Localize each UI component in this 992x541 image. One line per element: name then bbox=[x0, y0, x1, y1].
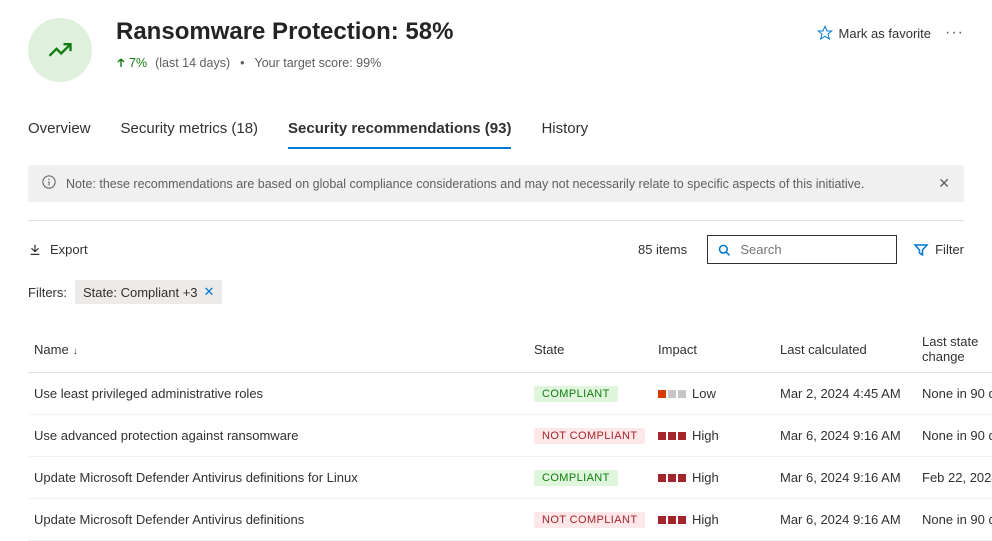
target-score: Your target score: 99% bbox=[255, 56, 382, 70]
filter-chip-state[interactable]: State: Compliant +3 ✕ bbox=[75, 280, 222, 304]
column-last-calculated[interactable]: Last calculated bbox=[774, 326, 916, 373]
filter-label: Filter bbox=[935, 242, 964, 257]
download-icon bbox=[28, 243, 42, 257]
items-count: 85 items bbox=[638, 242, 687, 257]
table-row[interactable]: Use advanced protection against ransomwa… bbox=[28, 415, 992, 457]
favorite-label: Mark as favorite bbox=[839, 26, 931, 41]
trend-value: 7% bbox=[129, 56, 147, 70]
table-row[interactable]: Update Microsoft Defender Antivirus defi… bbox=[28, 457, 992, 499]
tab-security-metrics[interactable]: Security metrics (18) bbox=[121, 110, 259, 149]
info-text: Note: these recommendations are based on… bbox=[66, 177, 864, 191]
row-name: Use least privileged administrative role… bbox=[28, 373, 528, 415]
row-last-calculated: Mar 2, 2024 4:45 AM bbox=[774, 373, 916, 415]
row-impact: High bbox=[652, 415, 774, 457]
filter-button[interactable]: Filter bbox=[913, 242, 964, 258]
row-name: Use advanced protection against ransomwa… bbox=[28, 415, 528, 457]
star-icon bbox=[817, 25, 833, 41]
row-impact: Low bbox=[652, 373, 774, 415]
export-label: Export bbox=[50, 242, 88, 257]
column-name[interactable]: Name↓ bbox=[28, 326, 528, 373]
tab-history[interactable]: History bbox=[541, 110, 588, 149]
trend-period: (last 14 days) bbox=[155, 56, 230, 70]
info-close-button[interactable]: ✕ bbox=[938, 175, 950, 192]
column-last-state-change[interactable]: Last state change bbox=[916, 326, 992, 373]
mark-favorite-button[interactable]: Mark as favorite bbox=[817, 25, 931, 41]
row-last-calculated: Mar 6, 2024 9:16 AM bbox=[774, 415, 916, 457]
row-name: Update Microsoft Defender Antivirus defi… bbox=[28, 457, 528, 499]
recommendations-table: Name↓ State Impact Last calculated Last … bbox=[28, 326, 992, 541]
search-box[interactable] bbox=[707, 235, 897, 264]
sort-descending-icon: ↓ bbox=[73, 346, 78, 357]
tab-security-recommendations[interactable]: Security recommendations (93) bbox=[288, 110, 511, 149]
row-state: NOT COMPLIANT bbox=[528, 415, 652, 457]
table-row[interactable]: Use least privileged administrative role… bbox=[28, 373, 992, 415]
chip-text: State: Compliant +3 bbox=[83, 285, 198, 300]
info-banner: Note: these recommendations are based on… bbox=[28, 165, 964, 202]
filter-icon bbox=[913, 242, 929, 258]
column-impact[interactable]: Impact bbox=[652, 326, 774, 373]
trend-circle-icon bbox=[28, 18, 92, 82]
info-icon bbox=[42, 175, 56, 192]
row-state: COMPLIANT bbox=[528, 457, 652, 499]
column-state[interactable]: State bbox=[528, 326, 652, 373]
filters-label: Filters: bbox=[28, 285, 67, 300]
row-last-calculated: Mar 6, 2024 9:16 AM bbox=[774, 457, 916, 499]
export-button[interactable]: Export bbox=[28, 242, 88, 257]
search-input[interactable] bbox=[738, 241, 886, 258]
search-icon bbox=[718, 243, 730, 257]
more-menu-button[interactable]: ··· bbox=[945, 24, 964, 42]
row-state: COMPLIANT bbox=[528, 373, 652, 415]
trend-indicator: 7% bbox=[116, 56, 147, 70]
row-last-state-change: None in 90 days bbox=[916, 373, 992, 415]
tab-overview[interactable]: Overview bbox=[28, 110, 91, 149]
row-impact: High bbox=[652, 457, 774, 499]
row-last-state-change: Feb 22, 2024 bbox=[916, 457, 992, 499]
page-title: Ransomware Protection: 58% bbox=[116, 18, 817, 46]
row-last-state-change: None in 90 days bbox=[916, 415, 992, 457]
chip-remove-icon[interactable]: ✕ bbox=[204, 284, 215, 300]
